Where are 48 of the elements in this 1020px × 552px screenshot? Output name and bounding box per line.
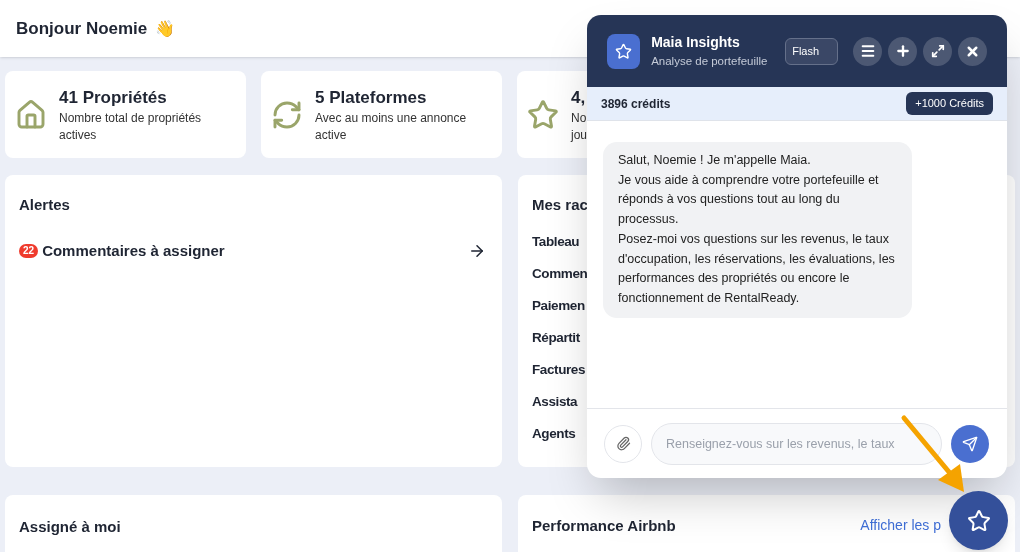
shortcut-link[interactable]: Assista bbox=[532, 391, 578, 412]
shortcut-link[interactable]: Commen bbox=[532, 263, 588, 284]
shortcuts-title: Mes rac bbox=[532, 195, 588, 215]
count-badge: 22 bbox=[19, 243, 39, 258]
close-icon bbox=[965, 43, 980, 59]
send-icon bbox=[962, 435, 978, 452]
alert-label: Commentaires à assigner bbox=[42, 240, 225, 261]
show-link[interactable]: Afficher les p bbox=[860, 515, 941, 536]
stat-description: No bbox=[571, 110, 587, 128]
buy-credits-button[interactable]: +1000 Crédits bbox=[906, 92, 993, 115]
star-icon bbox=[966, 508, 991, 533]
menu-button[interactable] bbox=[853, 36, 882, 66]
star-icon bbox=[615, 42, 633, 60]
house-icon bbox=[15, 98, 47, 131]
assigned-title: Assigné à moi bbox=[19, 518, 121, 535]
alert-row[interactable]: 22 Commentaires à assigner bbox=[19, 239, 488, 262]
alerts-title: Alertes bbox=[19, 195, 71, 215]
stat-description: jou bbox=[571, 127, 587, 145]
expand-icon bbox=[930, 44, 945, 58]
chat-subtitle: Analyse de portefeuille bbox=[651, 53, 769, 69]
message-paragraph: Salut, Noemie ! Je m'appelle Maia. bbox=[618, 152, 812, 169]
close-button[interactable] bbox=[958, 36, 987, 66]
paperclip-icon bbox=[615, 436, 631, 451]
shortcut-link[interactable]: Tableau bbox=[532, 231, 580, 252]
menu-icon bbox=[859, 43, 876, 59]
message-paragraph: Je vous aide à comprendre votre portefeuille et réponds à vos questions tout au long du processus. bbox=[618, 171, 880, 229]
stat-value: 4, bbox=[571, 86, 587, 109]
greeting: Bonjour Noemie bbox=[16, 17, 148, 40]
send-button[interactable] bbox=[951, 424, 989, 463]
shortcut-link[interactable]: Agents bbox=[532, 423, 576, 444]
message-paragraph: Posez-moi vos questions sur les revenus, le taux d'occupation, les réservations, les évaluations, les performances des propriétés ou encore le fonctionnement de RentalReady. bbox=[618, 230, 896, 307]
emoji: 👋 bbox=[155, 17, 176, 40]
star-icon bbox=[527, 98, 559, 131]
model-select[interactable]: Flash bbox=[785, 37, 838, 65]
expand-button[interactable] bbox=[923, 36, 952, 66]
message-input[interactable]: Renseignez-vous sur les revenus, le taux bbox=[651, 422, 942, 465]
airbnb-title: Performance Airbnb bbox=[532, 516, 676, 536]
shortcut-link[interactable]: Factures bbox=[532, 359, 586, 380]
stat-value: 41 Propriétés bbox=[59, 86, 168, 109]
stat-description: Avec au moins une annonce active bbox=[315, 110, 468, 145]
stat-description: Nombre total de propriétés actives bbox=[59, 110, 203, 145]
plus-icon bbox=[894, 43, 911, 59]
credits-count: 3896 crédits bbox=[601, 95, 671, 113]
shortcut-link[interactable]: Répartit bbox=[532, 327, 580, 348]
new-chat-button[interactable] bbox=[888, 36, 917, 66]
stat-value: 5 Plateformes bbox=[315, 86, 428, 109]
chat-title: Maia Insights bbox=[651, 32, 741, 52]
shortcut-link[interactable]: Paiemen bbox=[532, 295, 585, 316]
